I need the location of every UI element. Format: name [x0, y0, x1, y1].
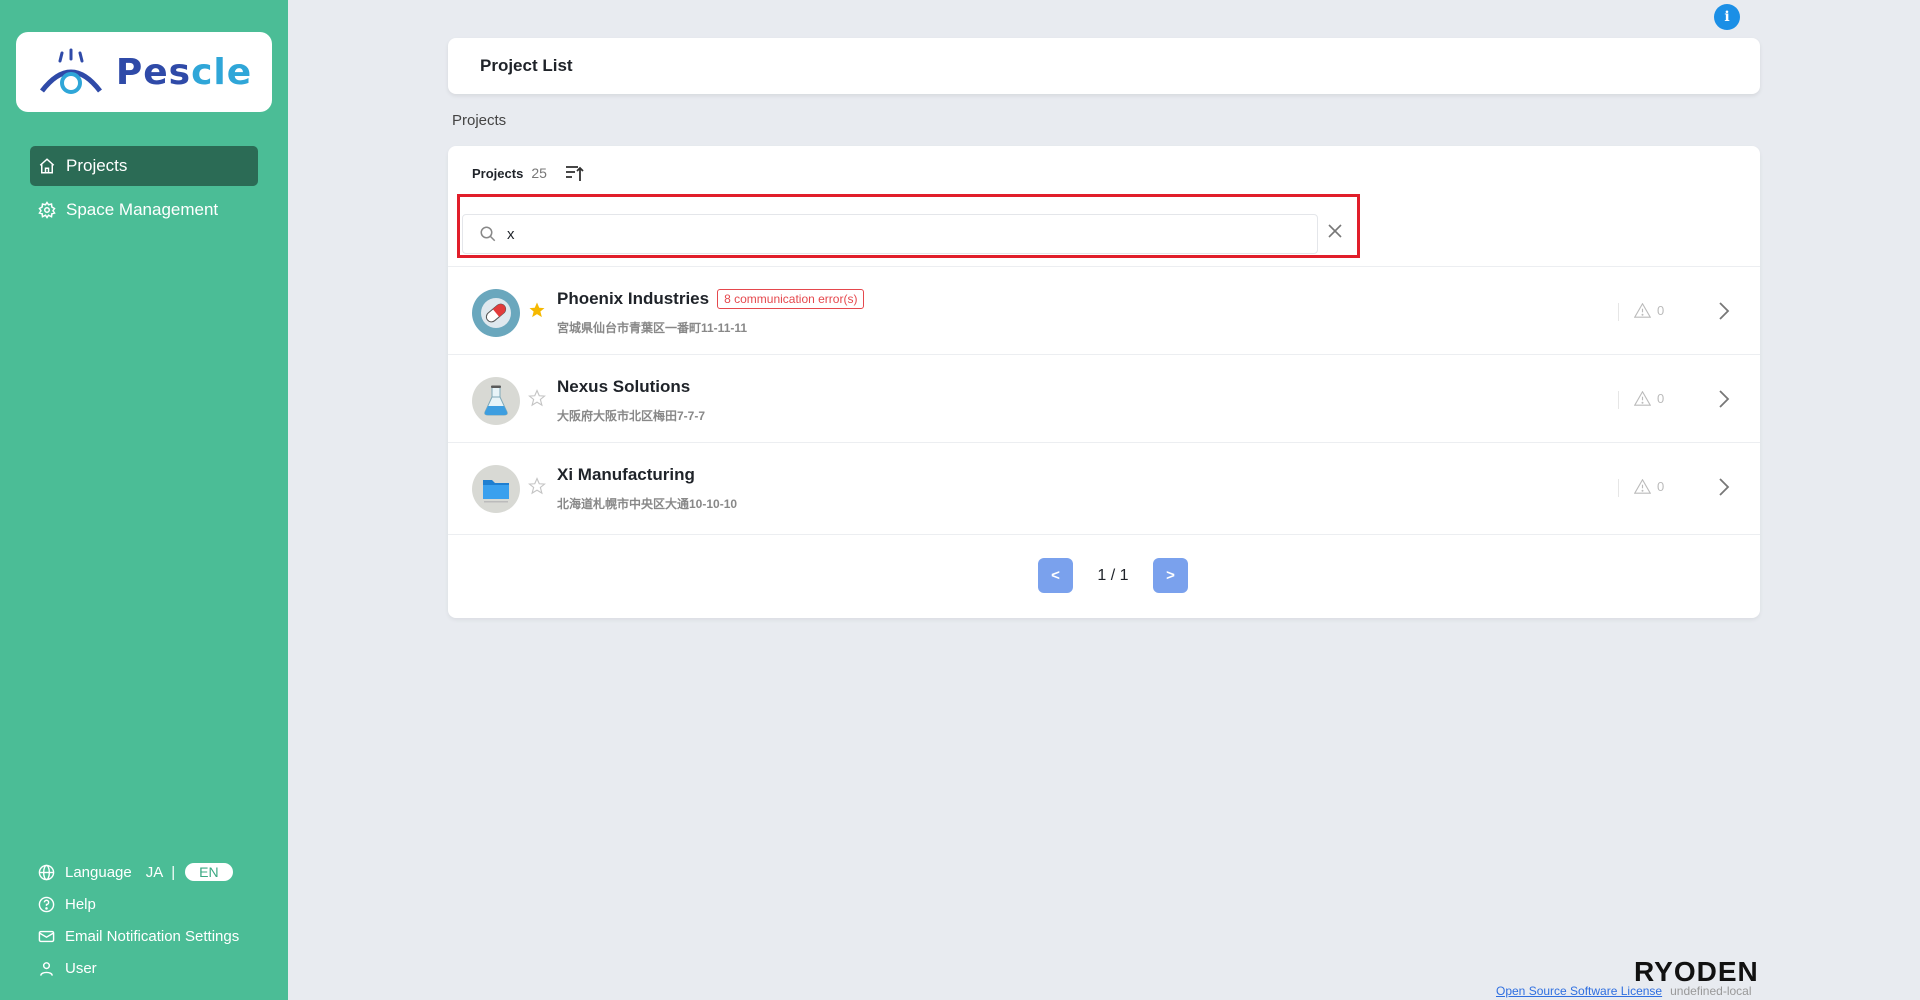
error-badge: 8 communication error(s) — [717, 289, 865, 309]
help-label: Help — [65, 895, 96, 913]
next-page-button[interactable]: > — [1153, 558, 1188, 593]
lang-en-option[interactable]: EN — [185, 863, 233, 881]
chevron-right-icon — [1719, 302, 1730, 320]
project-name-text: Nexus Solutions — [557, 377, 691, 396]
help-icon — [38, 896, 55, 912]
lang-separator: | — [171, 863, 176, 881]
project-name-text: Xi Manufacturing — [557, 465, 695, 484]
user-link[interactable]: User — [38, 952, 278, 984]
open-project-button[interactable] — [1718, 389, 1730, 414]
project-avatar — [472, 289, 520, 337]
flask-icon — [484, 385, 508, 416]
project-name: Xi Manufacturing — [557, 465, 695, 485]
pescle-logo[interactable]: Pescle — [16, 32, 272, 112]
chevron-right-icon — [1719, 390, 1730, 408]
nav-item-label: Space Management — [66, 200, 219, 219]
open-project-button[interactable] — [1718, 301, 1730, 326]
project-avatar — [472, 377, 520, 425]
folder-icon — [483, 480, 509, 503]
search-input-value: x — [507, 225, 515, 243]
favorite-star-button[interactable] — [528, 477, 546, 500]
list-header: Projects 25 — [472, 164, 585, 182]
email-settings-label: Email Notification Settings — [65, 927, 240, 945]
nav-item-projects[interactable]: Projects — [30, 146, 258, 186]
alert-count: 0 — [1634, 391, 1664, 406]
sort-button[interactable] — [565, 164, 585, 182]
close-icon — [1328, 224, 1342, 238]
star-filled-icon — [529, 302, 545, 318]
search-icon — [480, 226, 496, 242]
sidebar: Pescle Projects Space Management Languag… — [0, 0, 288, 1000]
alert-count-value: 0 — [1657, 391, 1665, 406]
project-row[interactable]: Xi Manufacturing 北海道札幌市中央区大通10-10-10 0 — [448, 442, 1760, 530]
warning-icon — [1634, 391, 1651, 406]
open-project-button[interactable] — [1718, 477, 1730, 502]
star-outline-icon — [528, 477, 546, 495]
warning-icon — [1634, 303, 1651, 318]
pill-icon — [481, 298, 511, 328]
project-avatar — [472, 465, 520, 513]
user-label: User — [65, 959, 97, 977]
search-input[interactable]: x — [462, 214, 1318, 254]
sidebar-bottom-links: Language JA | EN Help Email Notification… — [38, 856, 278, 984]
footer-links: Open Source Software License undefined-l… — [1496, 984, 1752, 998]
clear-search-button[interactable] — [1328, 224, 1342, 243]
project-name: Phoenix Industries 8 communication error… — [557, 289, 865, 309]
alert-count: 0 — [1634, 479, 1664, 494]
logo-wordmark: Pescle — [115, 51, 253, 93]
environment-label: undefined-local — [1670, 984, 1752, 998]
info-button[interactable]: i — [1714, 4, 1740, 30]
nav-item-label: Projects — [66, 156, 128, 175]
warning-icon — [1634, 479, 1651, 494]
breadcrumb: Projects — [452, 112, 507, 129]
project-row[interactable]: Phoenix Industries 8 communication error… — [448, 266, 1760, 354]
favorite-star-button[interactable] — [528, 389, 546, 412]
page-title-card: Project List — [448, 38, 1760, 94]
page-title: Project List — [480, 56, 573, 75]
projects-count: 25 — [531, 165, 547, 181]
pagination: < 1 / 1 > — [1038, 558, 1188, 593]
globe-icon — [38, 864, 55, 880]
help-link[interactable]: Help — [38, 888, 278, 920]
alert-count: 0 — [1634, 303, 1664, 318]
list-divider — [448, 534, 1760, 535]
mail-icon — [38, 930, 55, 942]
lang-ja-option[interactable]: JA — [146, 864, 164, 881]
eye-logo-icon — [39, 48, 102, 94]
user-icon — [40, 961, 53, 976]
divider — [1618, 303, 1619, 321]
prev-page-button[interactable]: < — [1038, 558, 1073, 593]
divider — [1618, 391, 1619, 409]
home-icon — [39, 158, 55, 174]
project-row[interactable]: Nexus Solutions 大阪府大阪市北区梅田7-7-7 0 — [448, 354, 1760, 442]
projects-label: Projects — [472, 165, 524, 181]
alert-count-value: 0 — [1657, 479, 1665, 494]
project-address: 大阪府大阪市北区梅田7-7-7 — [557, 409, 706, 423]
project-name: Nexus Solutions — [557, 377, 690, 397]
oss-license-link[interactable]: Open Source Software License — [1496, 984, 1662, 998]
project-name-text: Phoenix Industries — [557, 289, 710, 308]
divider — [1618, 479, 1619, 497]
favorite-star-button[interactable] — [528, 301, 546, 324]
alert-count-value: 0 — [1657, 303, 1665, 318]
nav-item-space-management[interactable]: Space Management — [30, 190, 258, 230]
star-outline-icon — [528, 389, 546, 407]
chevron-right-icon — [1719, 478, 1730, 496]
project-address: 北海道札幌市中央区大通10-10-10 — [557, 497, 738, 511]
language-switcher: Language JA | EN — [38, 856, 278, 888]
gear-icon — [38, 201, 56, 219]
project-address: 宮城県仙台市青葉区一番町11-11-11 — [557, 321, 748, 335]
page-indicator: 1 / 1 — [1097, 566, 1129, 584]
main-nav: Projects Space Management — [30, 146, 258, 234]
email-notification-settings-link[interactable]: Email Notification Settings — [38, 920, 278, 952]
sort-ascending-icon — [565, 166, 584, 181]
language-label: Language — [65, 863, 132, 881]
project-list-card: Projects 25 x Phoenix Industries 8 commu… — [448, 146, 1760, 618]
